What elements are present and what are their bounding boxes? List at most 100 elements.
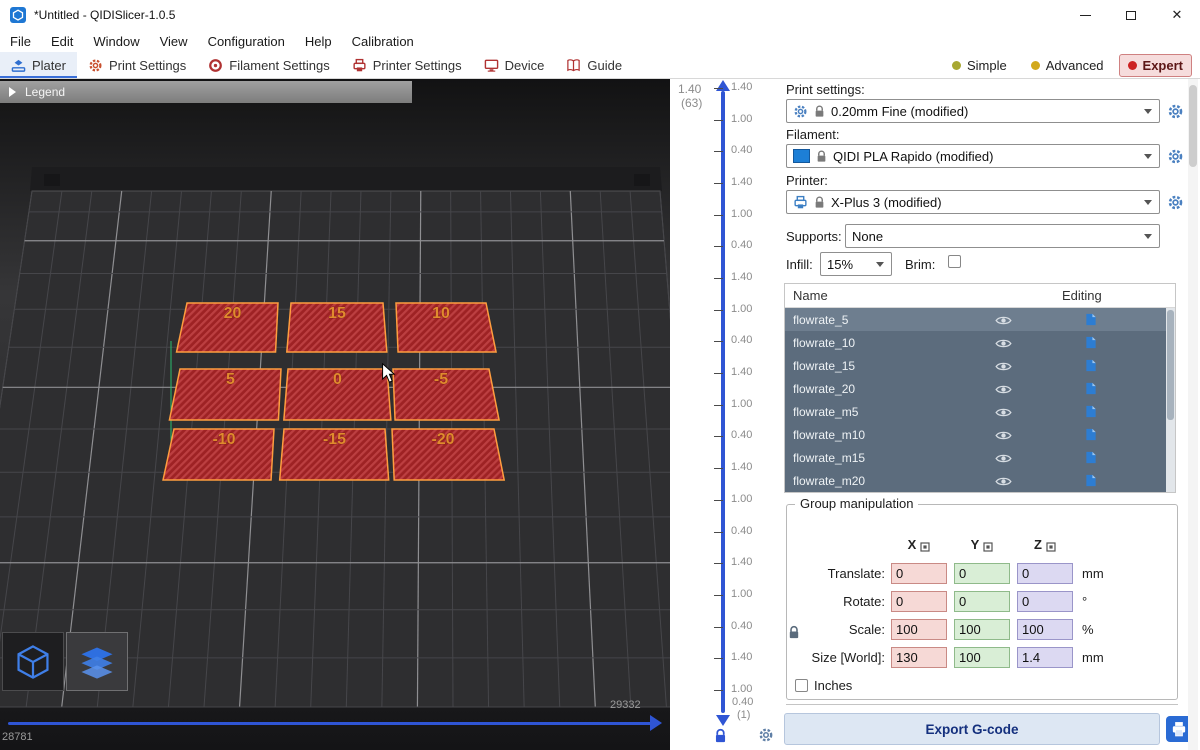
maximize-button[interactable] [1108,0,1154,30]
sidebar-scrollbar[interactable] [1188,79,1198,750]
eye-icon[interactable] [995,314,1012,325]
input-x[interactable]: 100 [891,619,947,640]
device-icon [484,58,499,73]
group-manipulation-title: Group manipulation [795,496,918,511]
scrollbar-thumb[interactable] [1189,85,1197,167]
column-header-name[interactable]: Name [793,288,828,303]
layer-slider-top-thumb[interactable] [716,80,730,91]
edit-icon[interactable] [1085,451,1097,464]
printer-gear-button[interactable] [1167,194,1184,211]
print-settings-combo[interactable]: 0.20mm Fine (modified) [786,99,1160,123]
mode-expert[interactable]: Expert [1119,54,1192,77]
menu-view[interactable]: View [150,34,198,49]
input-x[interactable]: 130 [891,647,947,668]
tab-printer-settings[interactable]: Printer Settings [341,52,473,78]
column-header-editing[interactable]: Editing [1062,288,1102,303]
tab-device[interactable]: Device [473,52,556,78]
plate-objects[interactable]: 20151050-5-10-15-20 [163,303,504,480]
mode-advanced[interactable]: Advanced [1022,54,1113,77]
view-3d-editor-button[interactable] [2,632,64,691]
inches-checkbox[interactable] [795,679,808,692]
lock-icon [816,150,827,163]
input-z[interactable]: 100 [1017,619,1073,640]
axis-box-icon[interactable] [983,540,993,550]
close-button[interactable]: ✕ [1154,0,1200,30]
object-row[interactable]: flowrate_15 [785,354,1175,377]
axis-box-icon[interactable] [1046,540,1056,550]
edit-icon[interactable] [1085,382,1097,395]
input-y[interactable]: 100 [954,647,1010,668]
eye-icon[interactable] [995,475,1012,486]
menu-configuration[interactable]: Configuration [198,34,295,49]
mode-simple[interactable]: Simple [943,54,1016,77]
object-row[interactable]: flowrate_10 [785,331,1175,354]
object-row[interactable]: flowrate_m15 [785,446,1175,469]
layer-slider[interactable] [721,91,725,713]
eye-icon[interactable] [995,406,1012,417]
moves-slider[interactable] [8,722,653,725]
eye-icon[interactable] [995,337,1012,348]
print-settings-gear-button[interactable] [1167,103,1184,120]
axis-letter: X [908,537,917,552]
scrollbar-thumb[interactable] [1167,310,1174,420]
eye-icon[interactable] [995,429,1012,440]
menu-edit[interactable]: Edit [41,34,83,49]
tab-print-settings[interactable]: Print Settings [77,52,197,78]
layer-slider-bottom-thumb[interactable] [716,715,730,726]
input-z[interactable]: 0 [1017,563,1073,584]
eye-icon[interactable] [995,452,1012,463]
supports-combo[interactable]: None [845,224,1160,248]
moves-slider-arrow-icon[interactable] [650,715,662,731]
input-y[interactable]: 0 [954,563,1010,584]
object-row[interactable]: flowrate_5 [785,308,1175,331]
view-preview-button[interactable] [66,632,128,691]
menu-file[interactable]: File [0,34,41,49]
input-z[interactable]: 1.4 [1017,647,1073,668]
input-z[interactable]: 0 [1017,591,1073,612]
object-row[interactable]: flowrate_20 [785,377,1175,400]
edit-icon[interactable] [1085,474,1097,487]
edit-icon[interactable] [1085,359,1097,372]
edit-icon[interactable] [1085,428,1097,441]
viewport-3d[interactable]: 20151050-5-10-15-20 Legend 29332 28781 [0,79,670,750]
eye-icon[interactable] [995,360,1012,371]
object-name: flowrate_15 [793,359,855,373]
tab-filament-settings[interactable]: Filament Settings [197,52,340,78]
layer-lock-icon[interactable] [714,728,727,744]
object-row[interactable]: flowrate_m20 [785,469,1175,492]
uniform-scale-lock-icon[interactable] [788,625,800,640]
brim-checkbox[interactable] [948,255,961,268]
layer-tick-label: 1.40 [731,556,752,568]
input-y[interactable]: 100 [954,619,1010,640]
menu-calibration[interactable]: Calibration [342,34,424,49]
layer-slider-bottom-value: 0.40 [732,696,753,708]
menu-window[interactable]: Window [83,34,149,49]
infill-combo[interactable]: 15% [820,252,892,276]
chevron-down-icon [1144,234,1152,239]
edit-icon[interactable] [1085,336,1097,349]
layer-tick-label: 1.00 [731,113,752,125]
eye-icon[interactable] [995,383,1012,394]
input-y[interactable]: 0 [954,591,1010,612]
layer-slider-settings-gear-icon[interactable] [758,727,774,743]
legend-bar[interactable]: Legend [0,81,412,103]
input-x[interactable]: 0 [891,563,947,584]
filament-combo[interactable]: QIDI PLA Rapido (modified) [786,144,1160,168]
object-row[interactable]: flowrate_m5 [785,400,1175,423]
minimize-button[interactable] [1062,0,1108,30]
flowrate-object-label: 10 [432,305,450,322]
printer-combo[interactable]: X-Plus 3 (modified) [786,190,1160,214]
tab-guide[interactable]: Guide [555,52,633,78]
edit-icon[interactable] [1085,313,1097,326]
object-row[interactable]: flowrate_m10 [785,423,1175,446]
object-name: flowrate_m20 [793,474,865,488]
export-gcode-button[interactable]: Export G-code [784,713,1160,745]
tab-plater[interactable]: Plater [0,52,77,78]
axis-box-icon[interactable] [920,540,930,550]
object-list-scrollbar[interactable] [1166,308,1175,492]
edit-icon[interactable] [1085,405,1097,418]
filament-gear-button[interactable] [1167,148,1184,165]
menu-help[interactable]: Help [295,34,342,49]
legend-label: Legend [25,85,65,99]
input-x[interactable]: 0 [891,591,947,612]
